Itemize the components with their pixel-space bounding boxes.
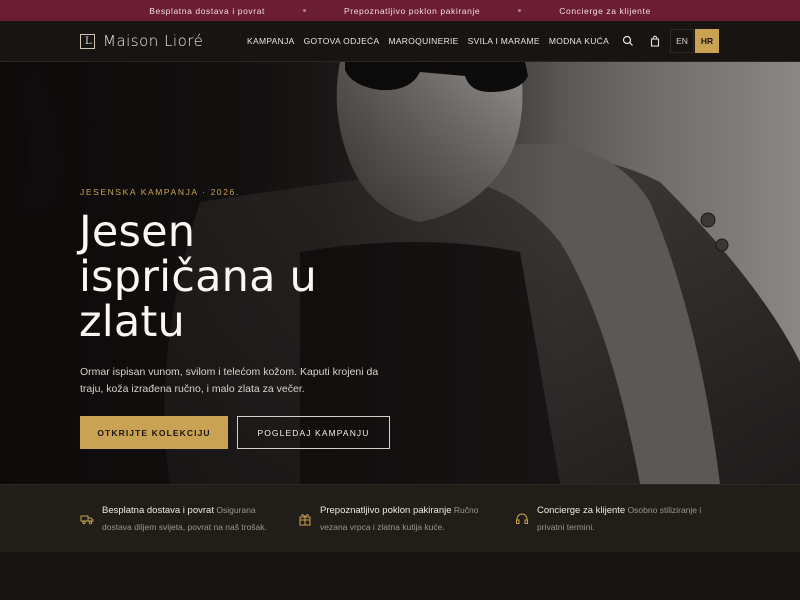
promo-separator bbox=[518, 9, 522, 12]
hero-headline: Jesen ispričana u zlatu bbox=[79, 207, 317, 347]
menu-item-maroquinerie[interactable]: MAROQUINERIE bbox=[388, 36, 458, 46]
promo-shipping: Besplatna dostava i povrat bbox=[149, 5, 265, 16]
feature-concierge-text: Concierge za klijente Osobno stiliziranj… bbox=[537, 505, 702, 532]
lang-hr-button[interactable]: HR bbox=[695, 29, 719, 53]
promo-separator bbox=[303, 9, 306, 12]
hero-banner: JESENSKA KAMPANJA · 2026. Jesen ispričan… bbox=[0, 62, 800, 484]
feature-gift: Prepoznatljivo poklon pakiranje Ručno ve… bbox=[298, 502, 508, 535]
headset-icon bbox=[516, 513, 528, 524]
bag-icon[interactable] bbox=[649, 35, 661, 47]
brand-logo[interactable]: L Maison Lioré bbox=[80, 32, 203, 50]
menu-item-modna-kuca[interactable]: MODNA KUĆA bbox=[549, 36, 609, 46]
hero-lead: Ormar ispisan vunom, svilom i telećom ko… bbox=[80, 366, 379, 395]
primary-menu: KAMPANJA GOTOVA ODJEĆA MAROQUINERIE SVIL… bbox=[247, 36, 609, 46]
menu-item-gotova-odjeca[interactable]: GOTOVA ODJEĆA bbox=[304, 36, 380, 46]
features-strip: Besplatna dostava i povrat Osigurana dos… bbox=[0, 484, 800, 552]
hero-eyebrow: JESENSKA KAMPANJA · 2026. bbox=[80, 187, 240, 197]
promo-bar: Besplatna dostava i povrat Prepoznatljiv… bbox=[0, 0, 800, 21]
menu-item-svila[interactable]: SVILA I MARAME bbox=[468, 36, 540, 46]
lang-en-button[interactable]: EN bbox=[670, 29, 694, 53]
feature-concierge: Concierge za klijente Osobno stiliziranj… bbox=[515, 502, 715, 535]
page-bottom bbox=[0, 552, 800, 600]
main-nav: L Maison Lioré KAMPANJA GOTOVA ODJEĆA MA… bbox=[0, 21, 800, 62]
promo-gift: Prepoznatljivo poklon pakiranje bbox=[344, 5, 481, 16]
gift-icon bbox=[299, 514, 311, 526]
brand-name: Maison Lioré bbox=[103, 32, 204, 50]
menu-item-kampanja[interactable]: KAMPANJA bbox=[247, 36, 295, 46]
feature-shipping: Besplatna dostava i povrat Osigurana dos… bbox=[80, 502, 285, 535]
search-icon[interactable] bbox=[622, 35, 634, 47]
feature-gift-text: Prepoznatljivo poklon pakiranje Ručno ve… bbox=[320, 505, 479, 532]
discover-collection-button[interactable]: OTKRIJTE KOLEKCIJU bbox=[80, 416, 228, 449]
view-campaign-button[interactable]: POGLEDAJ KAMPANJU bbox=[237, 416, 390, 449]
promo-concierge: Concierge za klijente bbox=[559, 5, 651, 16]
feature-shipping-text: Besplatna dostava i povrat Osigurana dos… bbox=[102, 505, 267, 532]
logo-mark-icon: L bbox=[80, 33, 95, 49]
truck-icon bbox=[80, 515, 94, 525]
